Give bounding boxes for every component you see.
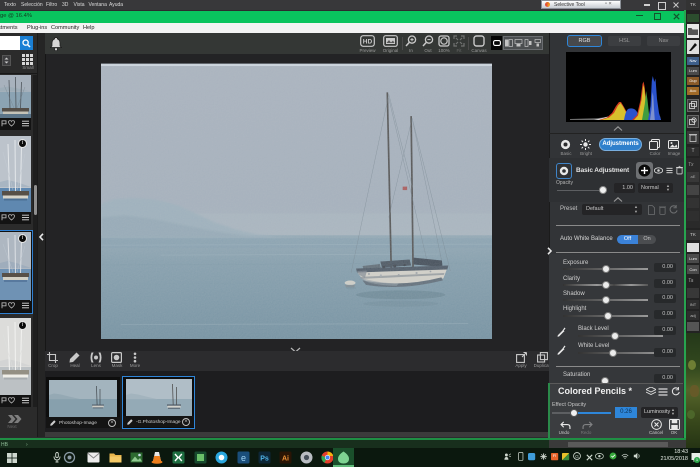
svg-text:HD: HD <box>363 39 373 46</box>
svg-text:Ai: Ai <box>282 456 289 463</box>
svg-text:G: G <box>575 454 579 460</box>
svg-text:e: e <box>241 453 246 463</box>
svg-text:Ps: Ps <box>260 456 269 463</box>
